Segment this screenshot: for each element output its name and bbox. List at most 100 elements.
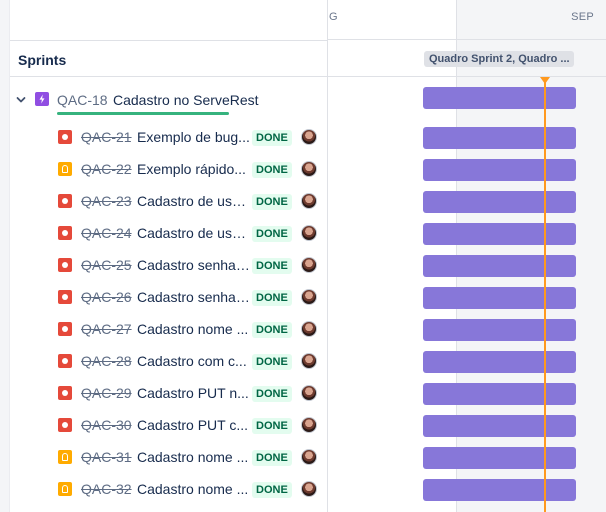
issue-timeline-bar[interactable] — [423, 383, 576, 405]
epic-icon — [35, 92, 49, 106]
issue-key[interactable]: QAC-21 — [81, 129, 132, 145]
parent-issue-key[interactable]: QAC-18 — [57, 92, 108, 108]
avatar[interactable] — [301, 449, 317, 465]
month-label-prev: G — [329, 11, 338, 23]
improvement-type-icon — [58, 162, 72, 176]
issue-title[interactable]: Cadastro nome ... — [137, 481, 251, 497]
parent-issue-title[interactable]: Cadastro no ServeRest — [113, 92, 259, 108]
avatar[interactable] — [301, 257, 317, 273]
issue-title[interactable]: Cadastro nome ... — [137, 321, 251, 337]
status-badge[interactable]: DONE — [252, 162, 292, 178]
issue-title[interactable]: Cadastro de usu... — [137, 193, 251, 209]
issue-row[interactable]: QAC-30 Cadastro PUT c... DONE — [10, 409, 328, 441]
today-marker — [540, 77, 550, 84]
improvement-type-icon — [58, 450, 72, 464]
sprints-title: Sprints — [18, 52, 67, 68]
issue-row[interactable]: QAC-23 Cadastro de usu... DONE — [10, 185, 328, 217]
avatar[interactable] — [301, 289, 317, 305]
status-badge[interactable]: DONE — [252, 194, 292, 210]
bug-type-icon — [58, 194, 72, 208]
avatar[interactable] — [301, 193, 317, 209]
bug-type-icon — [58, 354, 72, 368]
issue-row[interactable]: QAC-26 Cadastro senha ... DONE — [10, 281, 328, 313]
issue-row[interactable]: QAC-28 Cadastro com c... DONE — [10, 345, 328, 377]
avatar[interactable] — [301, 417, 317, 433]
issue-key[interactable]: QAC-32 — [81, 481, 132, 497]
issue-timeline-bar[interactable] — [423, 159, 576, 181]
parent-issue-row[interactable]: QAC-18 Cadastro no ServeRest — [10, 84, 328, 116]
issue-row[interactable]: QAC-27 Cadastro nome ... DONE — [10, 313, 328, 345]
issue-key[interactable]: QAC-28 — [81, 353, 132, 369]
issues-panel: Sprints QAC-18 Cadastro no ServeRest QAC… — [0, 0, 328, 512]
improvement-type-icon — [58, 482, 72, 496]
issue-timeline-bar[interactable] — [423, 223, 576, 245]
status-badge[interactable]: DONE — [252, 482, 292, 498]
issue-title[interactable]: Cadastro PUT c... — [137, 417, 251, 433]
bug-type-icon — [58, 290, 72, 304]
status-badge[interactable]: DONE — [252, 290, 292, 306]
avatar[interactable] — [301, 385, 317, 401]
avatar[interactable] — [301, 129, 317, 145]
bug-type-icon — [58, 418, 72, 432]
avatar[interactable] — [301, 481, 317, 497]
bug-type-icon — [58, 258, 72, 272]
sprint-pill[interactable]: Quadro Sprint 2, Quadro ... — [424, 51, 574, 67]
issue-title[interactable]: Cadastro de usu... — [137, 225, 251, 241]
issue-key[interactable]: QAC-26 — [81, 289, 132, 305]
left-gutter — [0, 0, 10, 512]
issue-timeline-bar[interactable] — [423, 415, 576, 437]
panel-header — [10, 0, 328, 40]
issue-key[interactable]: QAC-29 — [81, 385, 132, 401]
issue-row[interactable]: QAC-32 Cadastro nome ... DONE — [10, 473, 328, 505]
issue-title[interactable]: Exemplo rápido... — [137, 161, 251, 177]
issue-timeline-bar[interactable] — [423, 191, 576, 213]
issue-timeline-bar[interactable] — [423, 127, 576, 149]
issue-row[interactable]: QAC-22 Exemplo rápido... DONE — [10, 153, 328, 185]
issue-title[interactable]: Cadastro senha ... — [137, 289, 251, 305]
parent-timeline-bar[interactable] — [423, 87, 576, 109]
issue-row[interactable]: QAC-21 Exemplo de bug... DONE — [10, 121, 328, 153]
issue-key[interactable]: QAC-22 — [81, 161, 132, 177]
issue-key[interactable]: QAC-31 — [81, 449, 132, 465]
today-line — [544, 80, 546, 512]
status-badge[interactable]: DONE — [252, 322, 292, 338]
avatar[interactable] — [301, 161, 317, 177]
issue-title[interactable]: Exemplo de bug... — [137, 129, 251, 145]
status-badge[interactable]: DONE — [252, 418, 292, 434]
avatar[interactable] — [301, 321, 317, 337]
month-label-next: SEP — [571, 11, 594, 23]
issue-key[interactable]: QAC-23 — [81, 193, 132, 209]
month-header: G SEP — [328, 0, 606, 40]
issue-title[interactable]: Cadastro senha ... — [137, 257, 251, 273]
issue-row[interactable]: QAC-31 Cadastro nome ... DONE — [10, 441, 328, 473]
chevron-down-icon[interactable] — [15, 94, 27, 106]
bug-type-icon — [58, 322, 72, 336]
issue-timeline-bar[interactable] — [423, 255, 576, 277]
bug-type-icon — [58, 226, 72, 240]
status-badge[interactable]: DONE — [252, 258, 292, 274]
issue-timeline-bar[interactable] — [423, 447, 576, 469]
issue-timeline-bar[interactable] — [423, 479, 576, 501]
issue-row[interactable]: QAC-29 Cadastro PUT n... DONE — [10, 377, 328, 409]
issue-key[interactable]: QAC-24 — [81, 225, 132, 241]
issue-title[interactable]: Cadastro nome ... — [137, 449, 251, 465]
avatar[interactable] — [301, 353, 317, 369]
avatar[interactable] — [301, 225, 317, 241]
issue-timeline-bar[interactable] — [423, 319, 576, 341]
issue-row[interactable]: QAC-25 Cadastro senha ... DONE — [10, 249, 328, 281]
status-badge[interactable]: DONE — [252, 354, 292, 370]
bug-type-icon — [58, 386, 72, 400]
status-badge[interactable]: DONE — [252, 226, 292, 242]
issue-key[interactable]: QAC-30 — [81, 417, 132, 433]
issue-title[interactable]: Cadastro PUT n... — [137, 385, 251, 401]
issue-key[interactable]: QAC-25 — [81, 257, 132, 273]
timeline: G SEP Quadro Sprint 2, Quadro ... — [328, 0, 606, 512]
issue-timeline-bar[interactable] — [423, 351, 576, 373]
issue-title[interactable]: Cadastro com c... — [137, 353, 251, 369]
status-badge[interactable]: DONE — [252, 386, 292, 402]
status-badge[interactable]: DONE — [252, 450, 292, 466]
status-badge[interactable]: DONE — [252, 130, 292, 146]
issue-key[interactable]: QAC-27 — [81, 321, 132, 337]
issue-timeline-bar[interactable] — [423, 287, 576, 309]
issue-row[interactable]: QAC-24 Cadastro de usu... DONE — [10, 217, 328, 249]
